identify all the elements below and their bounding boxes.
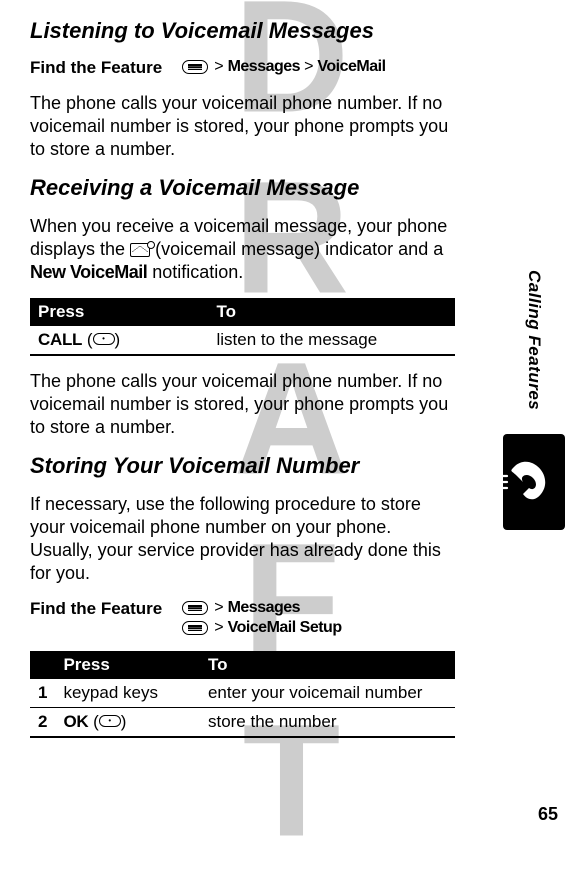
receive-body-mid: (voicemail message) indicator and a: [155, 239, 443, 259]
cell-press: OK (): [55, 708, 200, 738]
new-voicemail-label: New VoiceMail: [30, 262, 147, 282]
menu-icon: [182, 601, 208, 615]
find-feature-label: Find the Feature: [30, 58, 162, 78]
table-header: Press To: [30, 651, 455, 679]
store-body: If necessary, use the following procedur…: [30, 493, 455, 585]
receive-body: When you receive a voicemail message, yo…: [30, 215, 455, 284]
cell-press: keypad keys: [55, 679, 200, 708]
th-press: Press: [30, 298, 209, 326]
path-sep: >: [214, 619, 223, 637]
table-header: Press To: [30, 298, 455, 326]
cell-to: store the number: [200, 708, 455, 738]
ok-key-label: OK: [63, 712, 88, 731]
find-feature-store: Find the Feature > Messages > VoiceMail …: [30, 599, 455, 637]
voicemail-indicator-icon: [130, 243, 150, 257]
paren-open: (: [82, 330, 92, 349]
table-store: Press To 1 keypad keys enter your voicem…: [30, 651, 455, 738]
side-column: Calling Features: [498, 240, 570, 720]
th-blank: [30, 651, 55, 679]
table-receive: Press To CALL () listen to the message: [30, 298, 455, 356]
softkey-icon: [99, 715, 121, 727]
call-key-label: CALL: [38, 330, 82, 349]
table-row: CALL () listen to the message: [30, 326, 455, 355]
page-content: Listening to Voicemail Messages Find the…: [0, 0, 485, 772]
path-sep: >: [214, 58, 223, 76]
menu-icon: [182, 621, 208, 635]
find-feature-path: > Messages > VoiceMail: [182, 58, 385, 76]
cell-to: listen to the message: [209, 326, 456, 355]
find-feature-listen: Find the Feature > Messages > VoiceMail: [30, 58, 455, 78]
th-press: Press: [55, 651, 200, 679]
menu-icon: [182, 60, 208, 74]
paren-close: ): [115, 330, 121, 349]
paren-close: ): [121, 712, 127, 731]
heading-storing: Storing Your Voicemail Number: [30, 453, 455, 479]
table-row: 1 keypad keys enter your voicemail numbe…: [30, 679, 455, 708]
path-voicemail: VoiceMail: [317, 58, 385, 76]
cell-to: enter your voicemail number: [200, 679, 455, 708]
find-feature-label: Find the Feature: [30, 599, 162, 619]
page-number: 65: [538, 804, 558, 825]
receive-body-below: The phone calls your voicemail phone num…: [30, 370, 455, 439]
phone-icon: [503, 434, 565, 530]
heading-receiving: Receiving a Voicemail Message: [30, 175, 455, 201]
table-row: 2 OK () store the number: [30, 708, 455, 738]
path-voicemail-setup: VoiceMail Setup: [228, 619, 342, 637]
softkey-icon: [93, 333, 115, 345]
cell-num: 2: [30, 708, 55, 738]
path-messages: Messages: [228, 58, 301, 76]
listen-body: The phone calls your voicemail phone num…: [30, 92, 455, 161]
handset-icon: [485, 456, 553, 508]
paren-open: (: [88, 712, 98, 731]
side-label: Calling Features: [524, 270, 544, 410]
cell-press: CALL (): [30, 326, 209, 355]
receive-body-post: notification.: [152, 262, 243, 282]
path-sep: >: [214, 599, 223, 617]
heading-listening: Listening to Voicemail Messages: [30, 18, 455, 44]
cell-num: 1: [30, 679, 55, 708]
path-messages: Messages: [228, 599, 301, 617]
path-sep: >: [304, 58, 313, 76]
find-feature-path: > Messages > VoiceMail Setup: [182, 599, 341, 637]
th-to: To: [200, 651, 455, 679]
th-to: To: [209, 298, 456, 326]
